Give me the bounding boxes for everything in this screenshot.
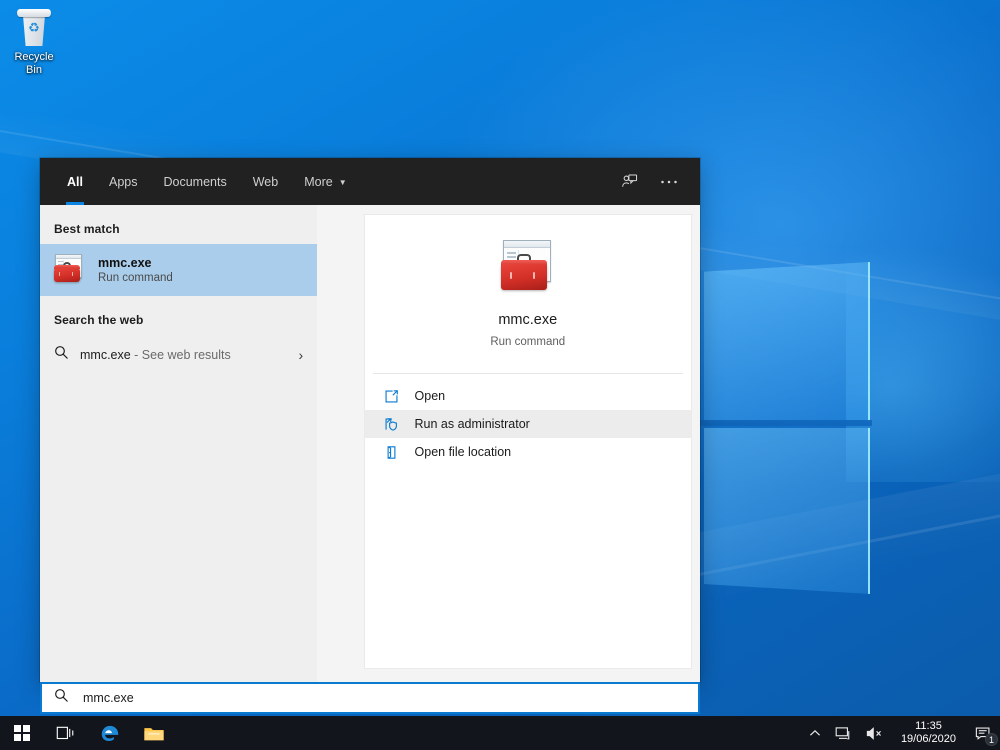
search-header: All Apps Documents Web More ▼ bbox=[40, 158, 700, 205]
action-run-as-administrator[interactable]: Run as administrator bbox=[364, 410, 691, 438]
system-tray: 11:35 19/06/2020 1 bbox=[802, 716, 1000, 750]
action-open-file-location[interactable]: Open file location bbox=[365, 438, 691, 466]
tab-documents-label: Documents bbox=[163, 174, 227, 189]
recycle-bin-icon: ♻ bbox=[13, 6, 55, 48]
task-view-button[interactable] bbox=[44, 716, 88, 750]
notification-badge: 1 bbox=[985, 733, 998, 746]
search-results-pane: Best match mmc.exe Run command Search th… bbox=[40, 205, 318, 682]
volume-muted-icon[interactable] bbox=[859, 716, 891, 750]
action-open-file-location-label: Open file location bbox=[414, 445, 512, 459]
logo-pane bbox=[704, 428, 870, 594]
file-explorer-button[interactable] bbox=[132, 716, 176, 750]
search-icon bbox=[54, 688, 69, 708]
search-input[interactable]: mmc.exe bbox=[40, 682, 700, 714]
shield-run-icon bbox=[383, 415, 401, 433]
web-result-text: mmc.exe - See web results bbox=[80, 348, 299, 362]
tab-all[interactable]: All bbox=[54, 158, 96, 205]
show-hidden-icons-button[interactable] bbox=[802, 716, 828, 750]
more-options-icon[interactable] bbox=[656, 169, 682, 195]
result-text: mmc.exe Run command bbox=[98, 255, 173, 286]
search-flyout-panel: All Apps Documents Web More ▼ Best match… bbox=[40, 158, 700, 682]
search-preview-pane: mmc.exe Run command Open Run as administ… bbox=[364, 215, 691, 668]
desktop-icon-recycle-bin[interactable]: ♻ Recycle Bin bbox=[6, 4, 62, 77]
preview-subtitle: Run command bbox=[490, 336, 566, 348]
search-input-value: mmc.exe bbox=[83, 691, 134, 705]
tab-more[interactable]: More ▼ bbox=[291, 158, 359, 205]
clock-date: 19/06/2020 bbox=[900, 733, 956, 745]
network-icon[interactable] bbox=[828, 716, 859, 750]
search-tabs: All Apps Documents Web More ▼ bbox=[40, 158, 616, 205]
tab-apps-label: Apps bbox=[108, 174, 138, 189]
preview-actions: Open Run as administrator Open file loca… bbox=[364, 374, 691, 466]
recycle-bin-label: Recycle Bin bbox=[14, 51, 54, 76]
web-result-query: mmc.exe bbox=[80, 348, 131, 362]
logo-pane bbox=[704, 262, 870, 422]
tab-web[interactable]: Web bbox=[240, 158, 291, 205]
result-subtitle: Run command bbox=[98, 271, 173, 284]
action-open-label: Open bbox=[414, 389, 446, 403]
search-icon bbox=[54, 345, 80, 365]
preview-title: mmc.exe bbox=[498, 312, 558, 328]
action-open[interactable]: Open bbox=[365, 382, 691, 410]
mmc-toolbox-icon bbox=[498, 238, 558, 298]
notification-center-button[interactable]: 1 bbox=[966, 716, 1000, 750]
best-match-heading: Best match bbox=[54, 222, 120, 236]
taskbar-pinned-items bbox=[0, 716, 176, 750]
chevron-down-icon: ▼ bbox=[338, 178, 347, 187]
desktop: ♻ Recycle Bin All Apps Documents Web Mor… bbox=[0, 0, 1000, 750]
start-button[interactable] bbox=[0, 716, 44, 750]
search-web-heading: Search the web bbox=[54, 313, 144, 327]
clock-time: 11:35 bbox=[915, 720, 942, 732]
open-window-icon bbox=[383, 387, 401, 405]
tab-web-label: Web bbox=[252, 174, 279, 189]
result-row-web-search[interactable]: mmc.exe - See web results › bbox=[40, 335, 317, 375]
taskbar: 11:35 19/06/2020 1 bbox=[0, 716, 1000, 750]
windows-start-icon bbox=[14, 725, 30, 741]
tab-documents[interactable]: Documents bbox=[150, 158, 239, 205]
preview-header: mmc.exe Run command bbox=[365, 215, 691, 373]
edge-button[interactable] bbox=[88, 716, 132, 750]
pane-gap bbox=[317, 205, 365, 682]
chevron-right-icon[interactable]: › bbox=[299, 347, 308, 363]
tab-all-label: All bbox=[67, 174, 83, 189]
search-header-actions bbox=[616, 169, 686, 195]
result-row-best-match[interactable]: mmc.exe Run command bbox=[40, 244, 318, 296]
result-title: mmc.exe bbox=[98, 255, 152, 270]
search-body: Best match mmc.exe Run command Search th… bbox=[40, 205, 700, 682]
feedback-icon[interactable] bbox=[616, 169, 642, 195]
web-result-suffix: - See web results bbox=[130, 348, 231, 362]
tab-apps[interactable]: Apps bbox=[96, 158, 151, 205]
mmc-toolbox-icon bbox=[52, 253, 86, 287]
action-run-as-administrator-label: Run as administrator bbox=[414, 417, 530, 431]
open-folder-location-icon bbox=[383, 443, 401, 461]
tab-more-label: More bbox=[304, 174, 333, 189]
clock[interactable]: 11:35 19/06/2020 bbox=[891, 716, 966, 750]
